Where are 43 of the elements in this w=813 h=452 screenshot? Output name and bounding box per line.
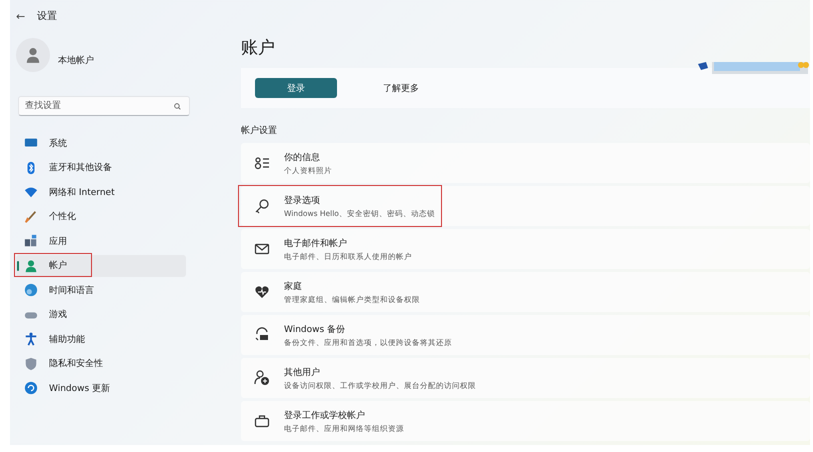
sidebar-item[interactable]: 蓝牙和其他设备 xyxy=(16,156,186,178)
window-title: 设置 xyxy=(37,10,58,23)
sidebar-item[interactable]: 辅助功能 xyxy=(16,328,186,350)
heart-icon xyxy=(254,284,270,300)
key-icon xyxy=(254,198,270,214)
mail-icon xyxy=(254,241,270,257)
learn-more-link[interactable]: 了解更多 xyxy=(377,80,425,96)
sidebar-item[interactable]: Windows 更新 xyxy=(16,377,186,399)
back-button[interactable]: ← xyxy=(16,10,26,22)
person-silhouette-icon xyxy=(24,46,42,64)
page-title: 账户 xyxy=(241,37,276,60)
accessibility-icon xyxy=(24,332,38,346)
row-title: 其他用户 xyxy=(284,366,321,378)
refresh-icon xyxy=(24,381,38,395)
sidebar-item[interactable]: 时间和语言 xyxy=(16,279,186,301)
account-type: 本地帐户 xyxy=(58,54,94,66)
sidebar-item[interactable]: 游戏 xyxy=(16,304,186,326)
search-field[interactable]: 查找设置 xyxy=(18,96,190,116)
brush-icon xyxy=(24,210,38,224)
shield-icon xyxy=(24,356,38,370)
apps-icon xyxy=(24,234,38,248)
add-user-icon xyxy=(254,370,270,386)
row-title: 登录工作或学校帐户 xyxy=(284,410,366,422)
sidebar-item[interactable]: 帐户 xyxy=(16,254,186,276)
selection-indicator xyxy=(17,260,19,270)
sidebar-item[interactable]: 网络和 Internet xyxy=(16,181,186,203)
row-title: Windows 备份 xyxy=(284,324,346,336)
sign-in-button[interactable]: 登录 xyxy=(255,78,337,98)
row-title: 登录选项 xyxy=(284,194,321,206)
briefcase-icon xyxy=(254,413,270,429)
row-title: 家庭 xyxy=(284,280,303,292)
sidebar-item[interactable]: 系统 xyxy=(16,132,186,154)
sidebar-item[interactable]: 个性化 xyxy=(16,206,186,228)
row-title: 你的信息 xyxy=(284,152,321,164)
contact-info-icon xyxy=(254,155,270,171)
person-icon xyxy=(24,258,38,272)
backup-icon xyxy=(254,327,270,343)
sidebar-item[interactable]: 隐私和安全性 xyxy=(16,352,186,374)
wifi-icon xyxy=(24,185,38,199)
section-heading: 帐户设置 xyxy=(241,124,278,137)
sidebar-item[interactable]: 应用 xyxy=(16,230,186,252)
search-icon xyxy=(173,102,182,111)
row-title: 电子邮件和帐户 xyxy=(284,238,348,250)
